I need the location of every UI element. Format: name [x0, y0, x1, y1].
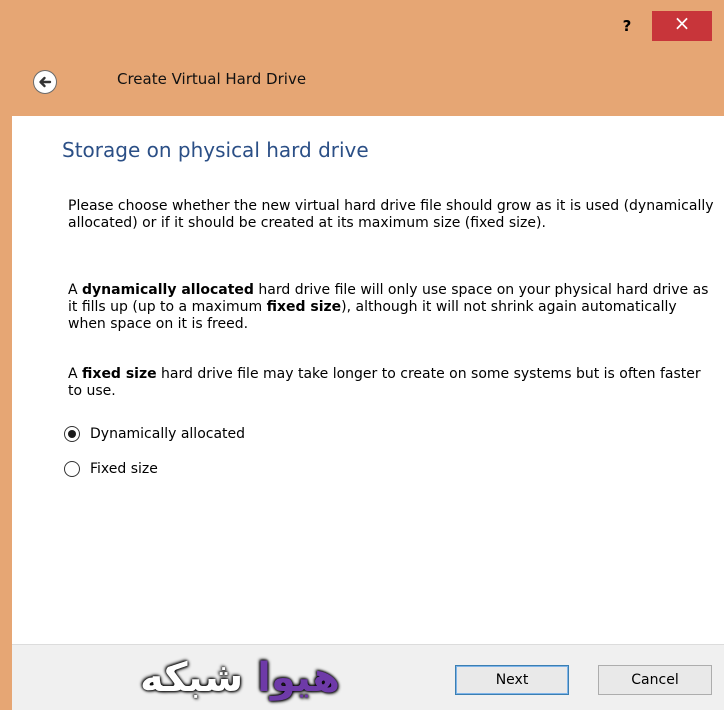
page-title: Storage on physical hard drive — [62, 138, 369, 162]
fixed-description: A fixed size hard drive file may take lo… — [68, 366, 714, 400]
radio-fixed-size[interactable]: Fixed size — [64, 459, 158, 479]
bold-term: dynamically allocated — [82, 282, 254, 298]
watermark-logo: هیوا شبکه — [140, 655, 340, 701]
back-button[interactable] — [34, 71, 56, 93]
radio-button-checked[interactable] — [64, 426, 80, 442]
dynamic-description: A dynamically allocated hard drive file … — [68, 282, 714, 333]
radio-dynamically-allocated[interactable]: Dynamically allocated — [64, 424, 245, 444]
help-button[interactable]: ? — [612, 11, 642, 41]
bold-term: fixed size — [266, 299, 342, 315]
cancel-button[interactable]: Cancel — [598, 665, 712, 695]
arrow-left-icon — [39, 76, 52, 88]
radio-label: Dynamically allocated — [90, 426, 246, 442]
text-fragment: A — [68, 282, 83, 298]
window-titlebar: ? × Create Virtual Hard Drive — [0, 0, 724, 116]
bold-term: fixed size — [82, 366, 157, 382]
wizard-title: Create Virtual Hard Drive — [117, 70, 307, 88]
radio-label: Fixed size — [90, 461, 158, 477]
close-button[interactable]: × — [652, 11, 712, 41]
intro-text: Please choose whether the new virtual ha… — [68, 198, 714, 231]
radio-button[interactable] — [64, 461, 80, 477]
text-fragment: A — [68, 366, 83, 382]
wizard-page: Storage on physical hard drive Please ch… — [12, 116, 724, 644]
next-button[interactable]: Next — [455, 665, 569, 695]
button-bar: هیوا شبکه Next Cancel — [12, 644, 724, 710]
window-left-border — [0, 116, 12, 710]
text-fragment: hard drive file may take longer to creat… — [68, 366, 701, 399]
